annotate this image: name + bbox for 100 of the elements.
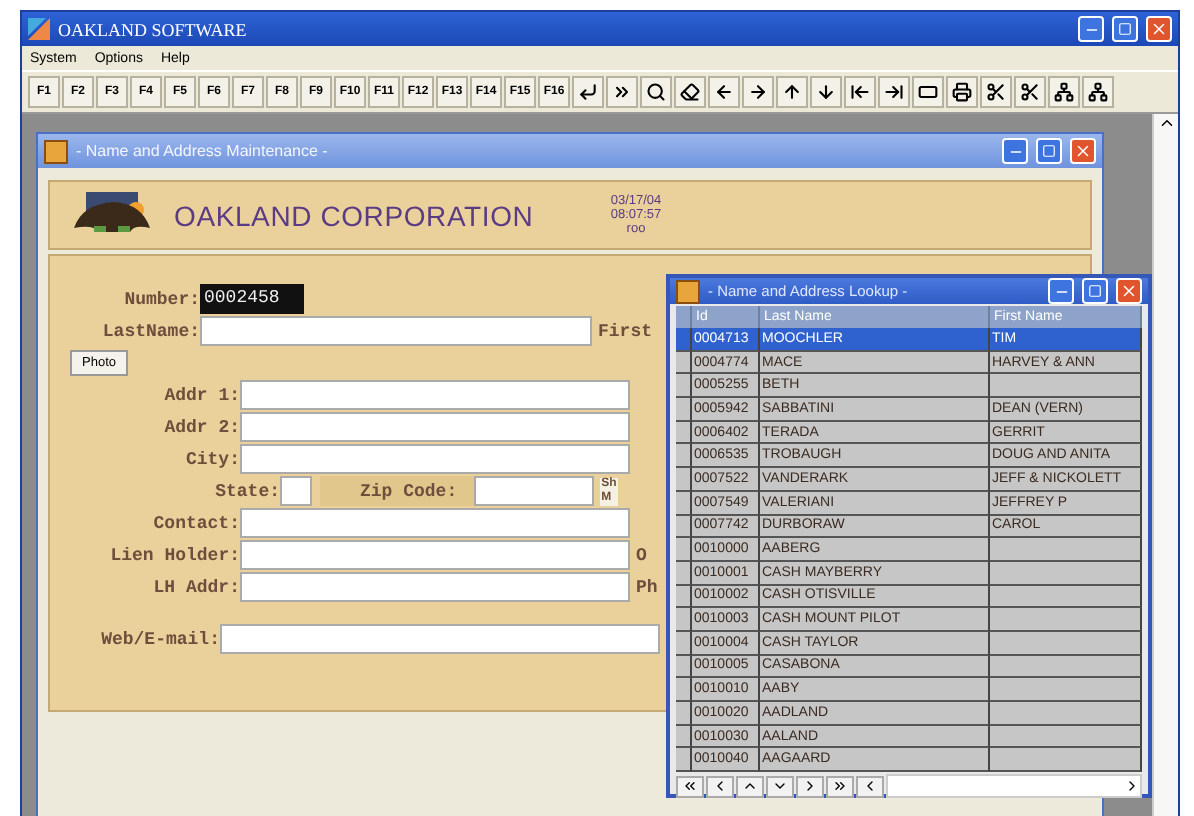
zip-field[interactable] [473, 476, 594, 506]
input-field[interactable] [240, 380, 630, 410]
scissors-icon [1020, 82, 1040, 102]
toolbar-button[interactable] [606, 76, 638, 108]
maximize-icon [1118, 22, 1132, 36]
toolbar-button[interactable] [572, 76, 604, 108]
state-field[interactable] [280, 476, 312, 506]
field-label: Number: [122, 289, 200, 309]
record-icon [918, 82, 938, 102]
scissors-icon [986, 82, 1006, 102]
window-title: OAKLAND SOFTWARE [58, 19, 249, 39]
scroll-up-icon [1157, 114, 1175, 132]
field-label: LastName: [100, 321, 200, 341]
row-selector[interactable] [676, 538, 692, 562]
field-label: Lien Holder: [108, 545, 240, 565]
maximize-button[interactable] [1036, 138, 1062, 164]
vertical-scrollbar[interactable] [1152, 114, 1178, 816]
scroll-right-icon [1124, 778, 1140, 795]
row-selector[interactable] [676, 631, 692, 656]
input-field[interactable] [240, 412, 630, 442]
maximize-button[interactable] [1082, 278, 1108, 304]
field-label: O [636, 545, 647, 565]
column-header [676, 306, 692, 328]
toolbar-button[interactable] [708, 76, 740, 108]
input-field[interactable] [200, 316, 592, 346]
row-selector[interactable] [676, 444, 692, 469]
maintenance-title: - Name and Address Maintenance - [76, 142, 330, 160]
close-icon [1150, 20, 1168, 38]
field-label: LH Addr: [151, 577, 240, 597]
maximize-button[interactable] [1112, 16, 1138, 42]
horizontal-scrollbar[interactable] [886, 774, 1142, 799]
input-field[interactable] [240, 540, 630, 570]
toolbar-button[interactable] [1082, 76, 1114, 108]
search-icon [646, 82, 666, 102]
field-label: Addr 2: [162, 417, 240, 437]
input-field[interactable] [220, 624, 660, 654]
printer-icon [952, 82, 972, 102]
row-selector[interactable] [676, 655, 692, 679]
row-selector[interactable] [676, 374, 692, 399]
last-icon [884, 82, 904, 102]
toolbar-button[interactable] [640, 76, 672, 108]
row-selector[interactable] [676, 678, 692, 702]
app-logo-icon [28, 18, 50, 40]
toolbar-button[interactable] [674, 76, 706, 108]
window-icon [44, 139, 68, 163]
row-selector[interactable] [676, 608, 692, 632]
row-selector[interactable] [676, 421, 692, 445]
toolbar-button[interactable] [980, 76, 1012, 108]
toolbar-button[interactable] [1014, 76, 1046, 108]
input-field[interactable] [240, 572, 630, 602]
toolbar-button[interactable] [810, 76, 842, 108]
row-selector[interactable] [676, 725, 692, 749]
previous-icon [712, 778, 728, 795]
field-label: City: [183, 449, 240, 469]
toolbar-button[interactable] [912, 76, 944, 108]
number-field[interactable]: 0002458 [200, 284, 304, 314]
first-record-icon [682, 778, 698, 795]
field-label: Ph [636, 577, 658, 597]
toolbar-button[interactable] [844, 76, 876, 108]
tree-icon [1088, 82, 1108, 102]
field-label: First [598, 321, 653, 341]
field-label: Contact: [151, 513, 240, 533]
toolbar-button[interactable] [878, 76, 910, 108]
field-label: State: [213, 481, 280, 501]
toolbar-button[interactable] [946, 76, 978, 108]
close-button[interactable] [1146, 16, 1172, 42]
arrow-left-icon [714, 82, 734, 102]
row-selector[interactable] [676, 515, 692, 539]
maximize-icon [1042, 144, 1056, 158]
minimize-button[interactable] [1078, 16, 1104, 42]
input-field[interactable] [240, 508, 630, 538]
minimize-button[interactable] [1048, 278, 1074, 304]
row-selector[interactable] [676, 702, 692, 726]
nav-button[interactable] [676, 775, 704, 798]
close-icon [1074, 142, 1092, 160]
row-selector[interactable] [676, 351, 692, 375]
nav-button[interactable] [826, 775, 854, 798]
row-selector[interactable] [676, 585, 692, 609]
first-icon [850, 82, 870, 102]
toolbar-button[interactable] [1048, 76, 1080, 108]
close-button[interactable] [1116, 278, 1142, 304]
input-field[interactable] [240, 444, 630, 474]
minimize-button[interactable] [1002, 138, 1028, 164]
field-label: Addr 1: [162, 385, 240, 405]
scroll-left-icon [862, 778, 878, 795]
eraser-icon [680, 82, 700, 102]
maximize-icon [1088, 284, 1102, 298]
row-selector[interactable] [676, 468, 692, 492]
close-button[interactable] [1070, 138, 1096, 164]
close-icon [1120, 282, 1138, 300]
row-selector[interactable] [676, 491, 692, 515]
last-record-icon [832, 778, 848, 795]
row-selector[interactable] [676, 561, 692, 586]
insert-icon [612, 82, 632, 102]
field-label: Zip Code: [320, 476, 474, 506]
toolbar-button[interactable] [742, 76, 774, 108]
tree-icon [1054, 82, 1074, 102]
row-selector[interactable] [676, 398, 692, 422]
toolbar-button[interactable] [776, 76, 808, 108]
row-selector[interactable] [676, 748, 692, 773]
